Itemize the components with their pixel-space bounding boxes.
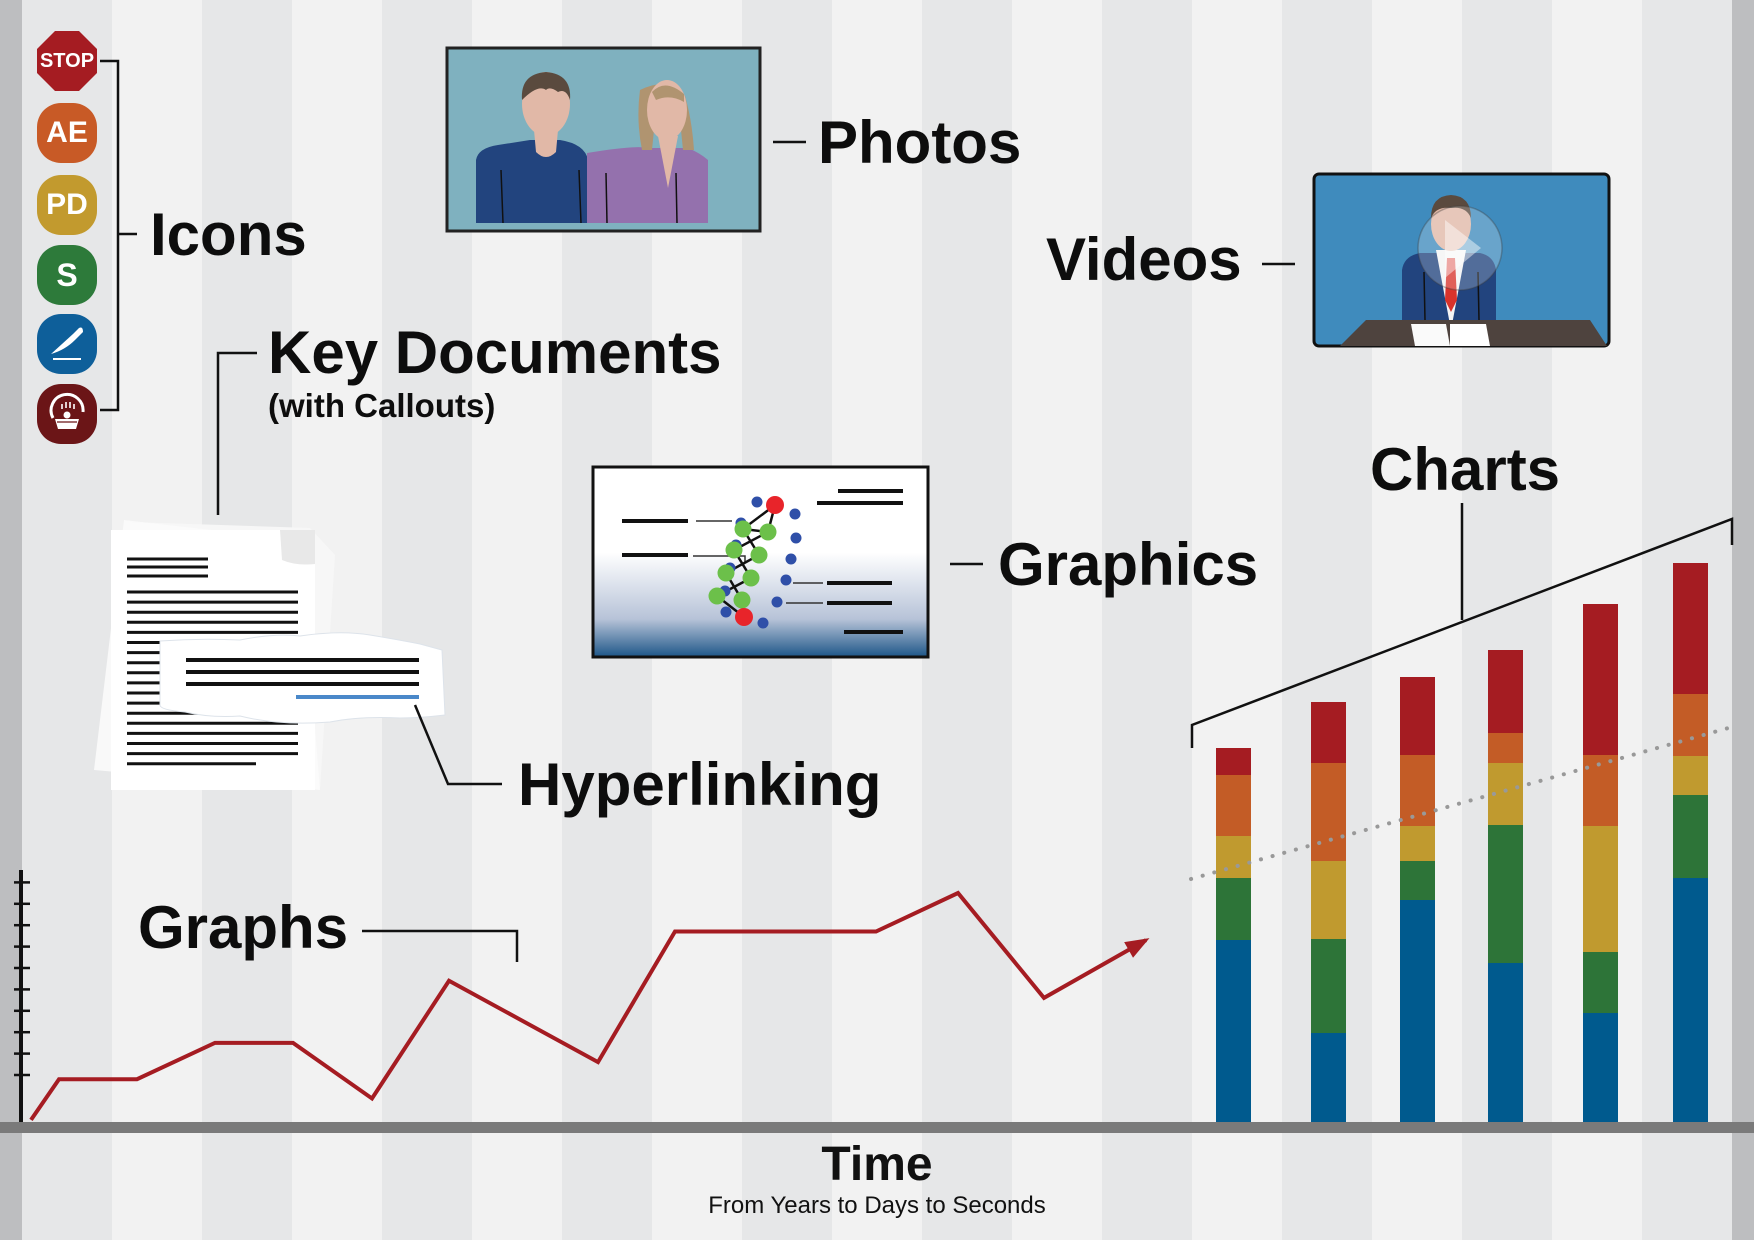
stacked-bar-chart (1189, 563, 1734, 1122)
s-icon[interactable]: S (37, 245, 97, 305)
atom-hydrogen (720, 606, 732, 618)
bar-segment-blue (1488, 963, 1523, 1122)
bar-segment-green (1216, 878, 1251, 940)
atom-carbon (759, 523, 777, 541)
photo-illustration[interactable] (445, 46, 762, 233)
videos-label: Videos (1046, 226, 1242, 293)
atom-hydrogen (771, 596, 783, 608)
atom-oxygen (735, 608, 753, 626)
atom-hydrogen (780, 574, 792, 586)
bar-segment-gold (1216, 836, 1251, 878)
bar-segment-red (1216, 748, 1251, 775)
bar-segment-green (1583, 952, 1618, 1013)
icon-text: STOP (39, 49, 95, 72)
bar-segment-green (1311, 939, 1346, 1033)
icon-text: S (56, 256, 78, 293)
atom-carbon (733, 591, 751, 609)
bar-segment-green (1400, 861, 1435, 900)
trend-line (1189, 725, 1734, 881)
charts-bracket (1190, 503, 1734, 748)
atom-hydrogen (789, 508, 801, 520)
atom-carbon (725, 541, 743, 559)
bar-segment-blue (1400, 900, 1435, 1122)
atom-carbon (742, 569, 760, 587)
bar-segment-blue (1583, 1013, 1618, 1122)
bar-segment-blue (1216, 940, 1251, 1122)
document-illustration[interactable] (94, 520, 446, 790)
bar-segment-orange (1488, 733, 1523, 763)
graphs-connector (362, 929, 519, 962)
scalpel-icon[interactable] (37, 314, 97, 374)
atom-carbon (708, 587, 726, 605)
graphs-label: Graphs (138, 894, 349, 961)
key-documents-label: Key Documents (268, 319, 722, 386)
bar-segment-blue (1311, 1033, 1346, 1122)
time-axis-subtitle: From Years to Days to Seconds (708, 1192, 1046, 1219)
atom-carbon (734, 520, 752, 538)
time-axis-baseline (0, 1122, 1754, 1133)
atom-oxygen (766, 496, 784, 514)
photos-label: Photos (818, 109, 1022, 176)
graphics-illustration[interactable] (591, 465, 930, 659)
icon-text: PD (46, 188, 88, 221)
bar-segment-green (1488, 825, 1523, 963)
pd-icon[interactable]: PD (37, 175, 97, 235)
bar-segment-orange (1216, 775, 1251, 836)
bar-segment-gold (1583, 826, 1618, 952)
bar-segment-red (1488, 650, 1523, 733)
bar-segment-orange (1400, 755, 1435, 826)
illustration-canvas (0, 46, 1754, 1133)
bar-segment-blue (1673, 878, 1708, 1122)
key-documents-sublabel: (with Callouts) (268, 387, 496, 424)
ae-icon[interactable]: AE (37, 103, 97, 163)
bar-segment-orange (1311, 763, 1346, 861)
atom-hydrogen (757, 617, 769, 629)
time-axis-title: Time (821, 1138, 933, 1191)
hyperlinking-label: Hyperlinking (518, 751, 882, 818)
key-documents-connector (216, 351, 257, 515)
bar-segment-gold (1311, 861, 1346, 939)
atom-carbon (717, 564, 735, 582)
bar-segment-red (1583, 604, 1618, 755)
mri-scanner-icon[interactable] (37, 384, 97, 444)
scalpel-glyph (51, 327, 83, 360)
stop-icon[interactable]: STOP (37, 31, 97, 91)
video-illustration[interactable] (1312, 172, 1611, 348)
atom-hydrogen (751, 496, 763, 508)
bar-segment-orange (1583, 755, 1618, 826)
bar-segment-red (1673, 563, 1708, 694)
mri-glyph (49, 392, 85, 429)
graph-y-axis (14, 870, 30, 1122)
icon-text: AE (46, 116, 88, 149)
atom-carbon (750, 546, 768, 564)
arrow-head (1124, 938, 1150, 958)
atom-hydrogen (790, 532, 802, 544)
icons-label: Icons (150, 201, 307, 268)
bar-segment-orange (1673, 694, 1708, 756)
bar-segment-gold (1400, 826, 1435, 861)
atom-hydrogen (785, 553, 797, 565)
graphics-label: Graphics (998, 531, 1259, 598)
icons-bracket (100, 59, 137, 412)
charts-label: Charts (1370, 436, 1561, 503)
bar-segment-red (1400, 677, 1435, 755)
bar-segment-red (1311, 702, 1346, 763)
bar-segment-gold (1673, 756, 1708, 795)
bar-segment-green (1673, 795, 1708, 878)
